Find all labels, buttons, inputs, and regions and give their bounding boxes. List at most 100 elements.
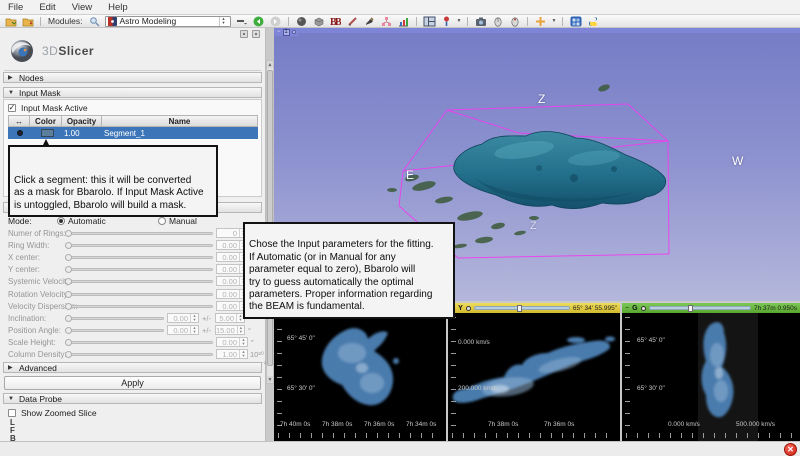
slider-knob[interactable] <box>65 327 72 334</box>
save-data-icon[interactable] <box>21 15 34 27</box>
segment-row[interactable]: 1.00 Segment_1 <box>8 127 258 139</box>
python-interactor-icon[interactable] <box>586 15 599 27</box>
param-spinbox[interactable]: 0.00▲▼ <box>167 325 199 335</box>
section-advanced[interactable]: ▶ Advanced <box>3 362 262 373</box>
slider-knob[interactable] <box>65 351 72 358</box>
section-data-probe[interactable]: ▼ Data Probe <box>3 393 262 404</box>
param-slider[interactable] <box>65 244 213 247</box>
sample-data-nodes-icon[interactable] <box>380 15 393 27</box>
input-mask-active-checkbox[interactable] <box>8 104 16 112</box>
module-selector-spinner[interactable]: ▲▼ <box>219 17 228 26</box>
param-slider[interactable] <box>65 317 164 320</box>
param-slider[interactable] <box>65 232 213 235</box>
scroll-down-icon[interactable]: ▼ <box>267 376 273 383</box>
module-search-icon[interactable] <box>88 15 101 27</box>
panel-pin-icon[interactable] <box>240 30 248 38</box>
param-slider[interactable] <box>65 268 213 271</box>
param-error-spinbox[interactable]: 5.00▲▼ <box>215 313 245 323</box>
editor-brush-icon[interactable] <box>363 15 376 27</box>
slider-knob[interactable] <box>65 278 72 285</box>
mouse-mode-pin-icon[interactable] <box>440 15 453 27</box>
menu-file[interactable]: File <box>8 2 23 13</box>
module-selector[interactable]: Astro Modeling ▲▼ <box>105 16 231 27</box>
slice-slider-handle[interactable] <box>688 305 693 312</box>
module-previous-icon[interactable] <box>252 15 265 27</box>
collapse-slice-icon[interactable]: − <box>625 305 629 312</box>
segment-opacity-cell[interactable]: 1.00 <box>62 127 102 139</box>
param-spinbox[interactable]: 0.00▲▼ <box>216 337 248 347</box>
slice-bar-green[interactable]: − G 7h 37m 0.950s <box>622 303 800 313</box>
slider-knob[interactable] <box>65 254 72 261</box>
param-slider[interactable] <box>65 256 213 259</box>
slider-knob[interactable] <box>65 339 72 346</box>
slice-view-red[interactable]: − R 137.602 km/s 65° 45' 0" 65° 30' 0" 7… <box>274 303 446 441</box>
segment-color-cell[interactable] <box>30 127 62 139</box>
slider-knob[interactable] <box>65 303 72 310</box>
slice-canvas-red[interactable]: 65° 45' 0" 65° 30' 0" 7h 40m 0s 7h 38m 0… <box>274 313 446 441</box>
section-nodes[interactable]: ▶ Nodes <box>3 72 262 83</box>
scroll-up-icon[interactable]: ▲ <box>267 61 273 68</box>
menu-edit[interactable]: Edit <box>39 2 55 13</box>
slice-slider[interactable] <box>474 306 570 310</box>
param-slider[interactable] <box>65 293 213 296</box>
slice-view-yellow[interactable]: − Y 65° 34' 55.995" 0.000 km/s 200.000 k… <box>448 303 620 441</box>
param-slider[interactable] <box>65 305 213 308</box>
menu-help[interactable]: Help <box>108 2 128 13</box>
mouse-mode-dropdown-icon[interactable]: ▼ <box>457 18 462 24</box>
param-slider[interactable] <box>65 280 213 283</box>
segment-visibility-cell[interactable] <box>8 127 30 139</box>
slice-slider-handle[interactable] <box>517 305 522 312</box>
slider-knob[interactable] <box>65 266 72 273</box>
slice-view-green[interactable]: − G 7h 37m 0.950s 65° 45' 0" 65° 30' 0" … <box>622 303 800 441</box>
view-collapse-icon[interactable]: − <box>277 29 281 35</box>
slice-bar-yellow[interactable]: − Y 65° 34' 55.995" <box>448 303 620 313</box>
x-tick-label: 7h 38m 0s <box>488 421 518 428</box>
module-next-icon[interactable] <box>269 15 282 27</box>
error-log-button[interactable]: ✕ <box>784 443 797 456</box>
scrollbar-thumb[interactable] <box>267 70 273 366</box>
slider-knob[interactable] <box>65 230 72 237</box>
param-spinbox[interactable]: 1.00▲▼ <box>216 349 248 359</box>
slice-pin-icon[interactable] <box>641 306 646 311</box>
crosshair-icon[interactable] <box>534 15 547 27</box>
load-data-icon[interactable] <box>4 15 17 27</box>
threed-view-controller[interactable]: − 1 <box>275 28 298 36</box>
section-input-mask[interactable]: ▼ Input Mask <box>3 87 262 98</box>
mode-manual-option[interactable]: Manual <box>158 216 197 226</box>
x-tick-label: 7h 40m 0s <box>280 421 310 428</box>
param-error-spinbox[interactable]: 15.00▲▼ <box>215 325 245 335</box>
slider-knob[interactable] <box>65 291 72 298</box>
zoom-mouse-icon[interactable] <box>508 15 521 27</box>
apply-button[interactable]: Apply <box>4 376 261 390</box>
segment-name-cell[interactable]: Segment_1 <box>102 127 258 139</box>
slice-slider[interactable] <box>649 306 751 310</box>
screenshot-camera-icon[interactable] <box>474 15 487 27</box>
slice-pin-icon[interactable] <box>466 306 471 311</box>
chart-icon[interactable] <box>397 15 410 27</box>
param-slider[interactable] <box>65 329 164 332</box>
extensions-manager-icon[interactable] <box>569 15 582 27</box>
slice-canvas-green[interactable]: 65° 45' 0" 65° 30' 0" 0.000 km/s 500.000… <box>622 313 800 441</box>
param-spinbox[interactable]: 0.00▲▼ <box>167 313 199 323</box>
param-slider[interactable] <box>65 353 213 356</box>
crosshair-dropdown-icon[interactable]: ▼ <box>551 18 556 24</box>
volume-cube-icon[interactable] <box>312 15 325 27</box>
param-slider[interactable] <box>65 341 213 344</box>
menu-view[interactable]: View <box>72 2 92 13</box>
show-zoomed-slice-checkbox[interactable] <box>8 409 16 417</box>
annotation-ruler-icon[interactable] <box>346 15 359 27</box>
slider-knob[interactable] <box>65 242 72 249</box>
fitting-callout: Chose the Input parameters for the fitti… <box>243 222 455 319</box>
color-column-header: Color <box>30 115 62 127</box>
scene-sphere-icon[interactable] <box>295 15 308 27</box>
window-level-mouse-icon[interactable] <box>491 15 504 27</box>
bbarolo-icon[interactable]: BB <box>329 15 342 27</box>
slider-knob[interactable] <box>65 315 72 322</box>
view-pin-icon[interactable] <box>292 30 296 34</box>
slice-canvas-yellow[interactable]: 0.000 km/s 200.000 km/s 7h 38m 0s 7h 36m… <box>448 313 620 441</box>
module-history-icon[interactable] <box>235 15 248 27</box>
layout-selector-icon[interactable] <box>423 15 436 27</box>
radio-selected-icon <box>57 217 65 225</box>
panel-undock-icon[interactable] <box>252 30 260 38</box>
mode-automatic-option[interactable]: Automatic <box>57 216 106 226</box>
